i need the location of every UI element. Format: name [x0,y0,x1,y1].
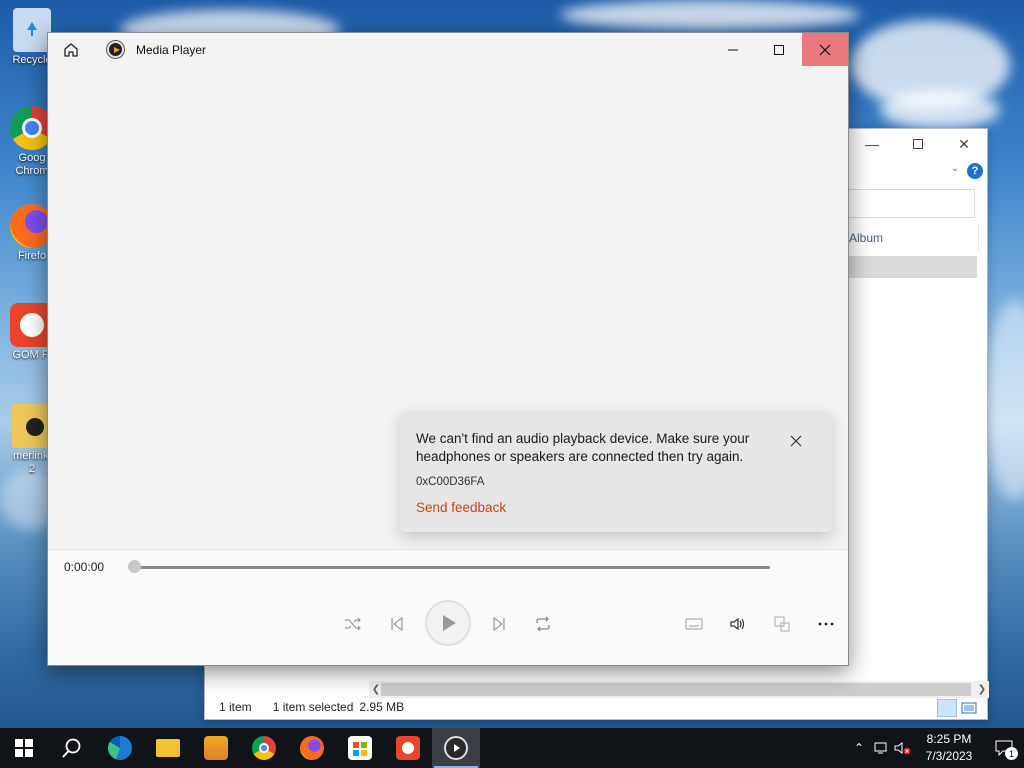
minimize-button[interactable] [710,33,756,66]
close-icon [819,44,831,55]
wallpaper-cloud [880,90,1000,130]
close-icon [790,435,802,447]
search-icon [62,738,81,758]
minimize-icon: — [865,136,879,152]
dismiss-toast-button[interactable] [788,433,804,449]
recycle-bin-icon [13,8,51,52]
error-code: 0xC00D36FA [416,476,485,488]
play-button[interactable] [425,600,471,646]
gom-player-icon [396,736,420,760]
video-file-icon [12,404,52,448]
previous-button[interactable] [385,612,409,636]
playback-controls: 0:00:00 [48,549,848,665]
close-icon: ✕ [958,135,970,152]
start-button[interactable] [0,728,48,768]
maximize-icon [774,44,784,55]
caption-buttons [710,33,848,66]
clock-time: 8:25 PM [926,732,972,746]
help-icon[interactable]: ? [967,163,983,179]
repeat-icon [536,616,550,632]
large-icons-view-icon[interactable] [959,699,979,717]
video-editor-icon [204,736,228,760]
mini-player-button[interactable] [770,612,794,636]
home-icon[interactable] [62,41,80,59]
chrome-icon [252,736,276,760]
edge-icon [108,736,132,760]
taskbar-edge[interactable] [96,728,144,768]
taskbar-store[interactable] [336,728,384,768]
shuffle-button[interactable] [341,612,365,636]
seek-bar[interactable] [128,566,770,569]
show-hidden-icons-button[interactable]: ⌃ [848,741,870,755]
seek-thumb[interactable] [128,560,141,573]
item-count: 1 item [219,700,252,714]
previous-icon [391,616,403,632]
error-toast: We can't find an audio playback device. … [400,411,832,532]
column-header-album[interactable]: Album [849,231,883,245]
taskbar-chrome[interactable] [240,728,288,768]
volume-muted-icon[interactable] [892,741,914,755]
taskbar-file-explorer[interactable] [144,728,192,768]
wallpaper-cloud [985,300,1024,500]
close-button[interactable] [802,33,848,66]
firefox-icon [300,736,324,760]
taskbar-media-player[interactable] [432,728,480,768]
chevron-down-icon[interactable]: ⌄ [951,163,959,174]
title-bar: Media Player [48,33,848,66]
start-icon [15,739,33,757]
media-player-icon [444,736,468,760]
media-player-window[interactable]: Media Player We can't find an audio play… [47,32,849,666]
next-icon [493,616,505,632]
network-icon[interactable] [870,741,892,755]
taskbar-video-editor[interactable] [192,728,240,768]
minimize-icon [728,49,738,50]
selected-size: 2.95 MB [359,700,405,714]
captions-button[interactable] [682,612,706,636]
explorer-caption-buttons: — ✕ [849,129,987,159]
captions-icon [685,618,703,630]
column-divider [978,225,979,251]
clock[interactable]: 8:25 PM 7/3/2023 [914,731,984,765]
taskbar: ⌃ 8:25 PM 7/3/2023 1 [0,728,1024,768]
repeat-button[interactable] [531,612,555,636]
error-message: We can't find an audio playback device. … [416,431,750,464]
system-tray: ⌃ 8:25 PM 7/3/2023 1 [848,728,1024,768]
next-button[interactable] [487,612,511,636]
maximize-button[interactable] [756,33,802,66]
taskbar-search-button[interactable] [48,728,96,768]
chevron-up-icon: ⌃ [853,741,865,755]
volume-button[interactable] [726,612,750,636]
play-icon [443,615,456,631]
clock-date: 7/3/2023 [925,749,973,763]
media-player-logo-icon [107,41,124,58]
details-view-icon[interactable] [937,699,957,717]
status-bar: 1 item 1 item selected 2.95 MB [205,695,987,719]
taskbar-gom-player[interactable] [384,728,432,768]
mini-player-icon [774,616,790,632]
selected-row[interactable] [845,256,977,278]
volume-icon [730,617,745,631]
send-feedback-link[interactable]: Send feedback [416,500,506,515]
wallpaper-cloud [560,0,860,30]
more-icon [818,622,834,626]
view-toggle [937,699,979,717]
minimize-button[interactable]: — [849,129,895,159]
shuffle-icon [345,617,361,631]
maximize-icon [913,139,923,149]
taskbar-firefox[interactable] [288,728,336,768]
selected-count: 1 item selected [272,700,354,714]
notification-count: 1 [1005,747,1018,760]
action-center-button[interactable]: 1 [984,728,1024,768]
elapsed-time: 0:00:00 [64,560,105,574]
close-button[interactable]: ✕ [941,129,987,159]
window-title: Media Player [136,43,207,57]
file-explorer-icon [156,739,180,757]
more-options-button[interactable] [814,612,838,636]
maximize-button[interactable] [895,129,941,159]
store-icon [348,736,372,760]
